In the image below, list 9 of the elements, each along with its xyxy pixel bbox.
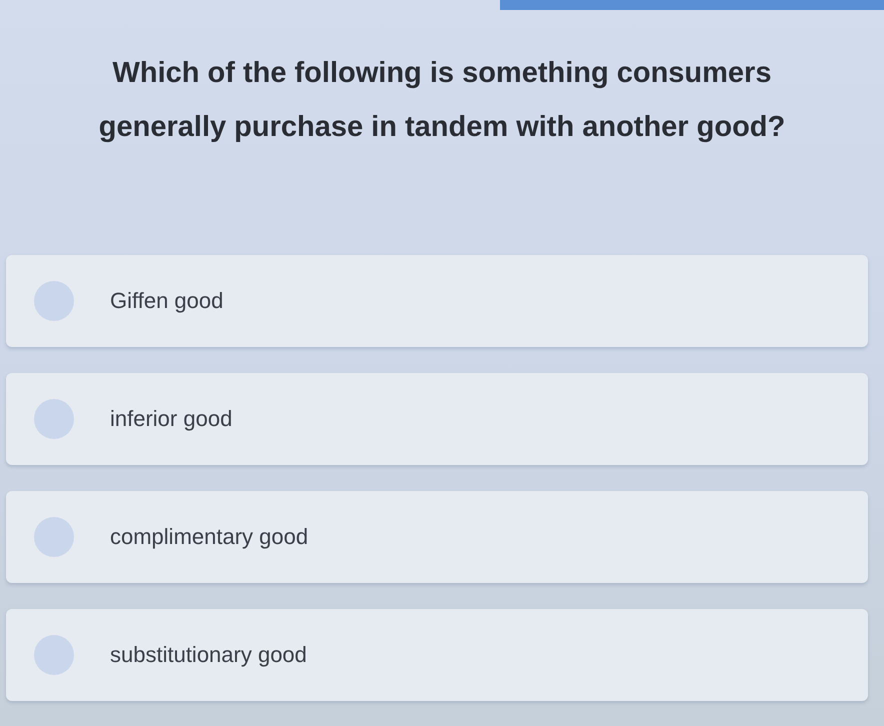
radio-icon [34,399,74,439]
answer-option[interactable]: inferior good [6,373,868,465]
radio-icon [34,517,74,557]
radio-icon [34,281,74,321]
answer-option[interactable]: complimentary good [6,491,868,583]
answer-option[interactable]: substitutionary good [6,609,868,701]
radio-icon [34,635,74,675]
answer-option[interactable]: Giffen good [6,255,868,347]
question-text: Which of the following is something consumers generally purchase in tandem with another good? [98,56,786,145]
